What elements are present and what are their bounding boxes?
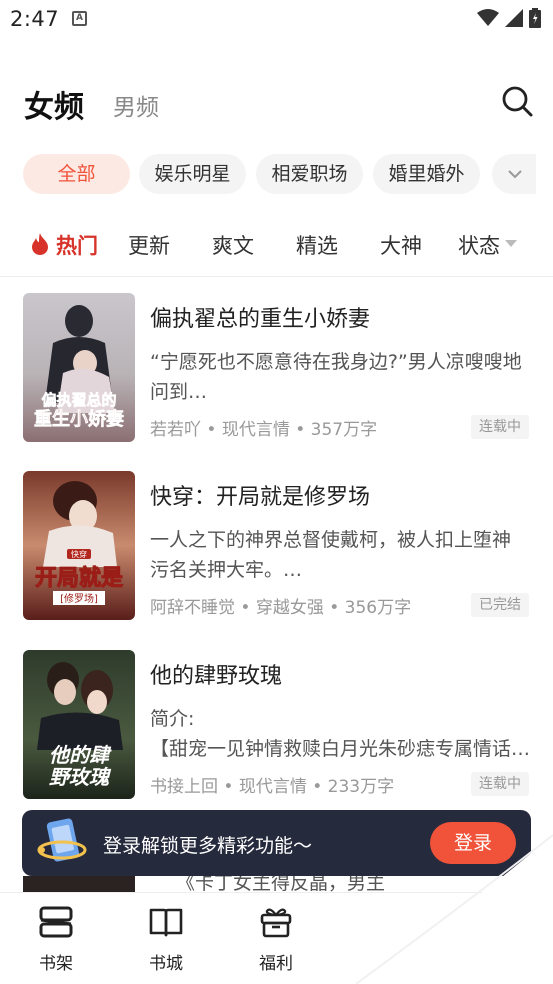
top-header: 女频 男频	[0, 80, 553, 130]
login-prompt-text: 登录解锁更多精彩功能～	[103, 835, 313, 857]
battery-icon	[529, 8, 541, 28]
triangle-down-icon	[505, 240, 517, 247]
bottom-navigation: 书架 书城 福利	[0, 892, 553, 984]
system-icons	[477, 8, 541, 28]
chevron-down-icon	[508, 170, 522, 179]
nav-welfare[interactable]: 福利	[246, 905, 306, 974]
book-item[interactable]: 偏执翟总的 重生小娇妻 偏执翟总的重生小娇妻 “宁愿死也不愿意待在我身边?”男人…	[0, 293, 553, 443]
phone-unlock-icon	[37, 818, 87, 862]
login-button[interactable]: 登录	[430, 822, 516, 864]
chip-entertainment[interactable]: 娱乐明星	[139, 154, 246, 194]
sort-master[interactable]: 大神	[380, 230, 422, 260]
sort-hot[interactable]: 热门	[56, 230, 98, 260]
gift-icon	[260, 908, 292, 938]
tab-male[interactable]: 男频	[113, 88, 159, 122]
sort-updated[interactable]: 更新	[128, 230, 170, 260]
sort-featured[interactable]: 精选	[296, 230, 338, 260]
tab-female[interactable]: 女频	[24, 82, 84, 126]
book-item[interactable]: 快穿 开局就是 [修罗场] 快穿：开局就是修罗场 一人之下的神界总督使戴柯，被人…	[0, 471, 553, 621]
svg-text:野玫瑰: 野玫瑰	[49, 765, 112, 789]
status-bar: 2:47 A	[0, 0, 553, 38]
book-cover[interactable]: 快穿 开局就是 [修罗场]	[23, 471, 135, 620]
svg-text:[修罗场]: [修罗场]	[60, 592, 98, 605]
login-banner: 登录解锁更多精彩功能～ 登录	[22, 810, 531, 876]
nav-label: 书架	[39, 954, 73, 974]
divider	[0, 276, 553, 277]
book-desc-line: 问到…	[150, 381, 208, 403]
expand-categories-button[interactable]	[492, 154, 536, 194]
book-desc-line: 《卡丁女主得反晶，男主	[176, 876, 386, 892]
nav-bookstore[interactable]: 书城	[136, 905, 196, 974]
notification-icon: A	[72, 11, 87, 26]
book-title[interactable]: 偏执翟总的重生小娇妻	[150, 301, 370, 333]
chip-workplace[interactable]: 相爱职场	[256, 154, 363, 194]
book-meta: 阿辞不睡觉 • 穿越女强 • 356万字	[150, 598, 412, 618]
chip-all[interactable]: 全部	[23, 154, 130, 194]
bookshelf-icon	[39, 906, 73, 938]
wifi-icon	[477, 9, 499, 26]
book-open-icon	[149, 908, 183, 937]
nav-label: 书城	[149, 954, 183, 974]
cover-title-text: 开局就是	[35, 565, 123, 591]
category-chips: 全部 娱乐明星 相爱职场 婚里婚外	[0, 154, 553, 194]
nav-label: 福利	[259, 954, 293, 974]
book-meta: 书接上回 • 现代言情 • 233万字	[150, 777, 395, 797]
status-badge: 连载中	[471, 772, 529, 796]
search-icon[interactable]	[500, 84, 534, 118]
cover-title-text: 他的肆	[49, 743, 112, 767]
cover-title-text: 偏执翟总的	[41, 391, 116, 409]
status-time: 2:47	[10, 7, 60, 31]
book-meta: 若若吖 • 现代言情 • 357万字	[150, 420, 378, 440]
book-desc-line: 一人之下的神界总督使戴柯，被人扣上堕神	[150, 529, 512, 551]
nav-bookshelf[interactable]: 书架	[26, 905, 86, 974]
next-book-peek: 《卡丁女主得反晶，男主	[0, 876, 553, 892]
flame-icon	[32, 233, 48, 255]
sort-satisfying[interactable]: 爽文	[212, 230, 254, 260]
sort-tabs: 热门 更新 爽文 精选 大神 状态	[0, 226, 553, 262]
status-badge: 连载中	[471, 415, 529, 439]
book-desc-line: “宁愿死也不愿意待在我身边?”男人凉嗖嗖地	[150, 351, 522, 373]
svg-text:快穿: 快穿	[71, 549, 87, 559]
signal-icon	[505, 9, 523, 27]
book-title[interactable]: 快穿：开局就是修罗场	[150, 479, 370, 511]
status-badge: 已完结	[471, 593, 529, 617]
book-item[interactable]: 他的肆 野玫瑰 他的肆野玫瑰 简介: 【甜宠一见钟情救赎白月光朱砂痣专属情话… …	[0, 650, 553, 800]
chip-marriage[interactable]: 婚里婚外	[373, 154, 480, 194]
book-cover[interactable]: 偏执翟总的 重生小娇妻	[23, 293, 135, 442]
sort-status[interactable]: 状态	[458, 230, 500, 260]
book-cover	[23, 876, 135, 892]
book-title[interactable]: 他的肆野玫瑰	[150, 658, 282, 690]
book-desc-line: 污名关押大牢。…	[150, 559, 303, 581]
book-cover[interactable]: 他的肆 野玫瑰	[23, 650, 135, 799]
svg-text:重生小娇妻: 重生小娇妻	[34, 408, 124, 430]
book-description: 一人之下的神界总督使戴柯，被人扣上堕神 污名关押大牢。…	[150, 525, 530, 585]
book-description: “宁愿死也不愿意待在我身边?”男人凉嗖嗖地 问到…	[150, 347, 530, 407]
book-desc-line: 【甜宠一见钟情救赎白月光朱砂痣专属情话…	[150, 738, 530, 760]
book-description: 简介: 【甜宠一见钟情救赎白月光朱砂痣专属情话…	[150, 704, 530, 764]
book-desc-line: 简介:	[150, 708, 195, 730]
